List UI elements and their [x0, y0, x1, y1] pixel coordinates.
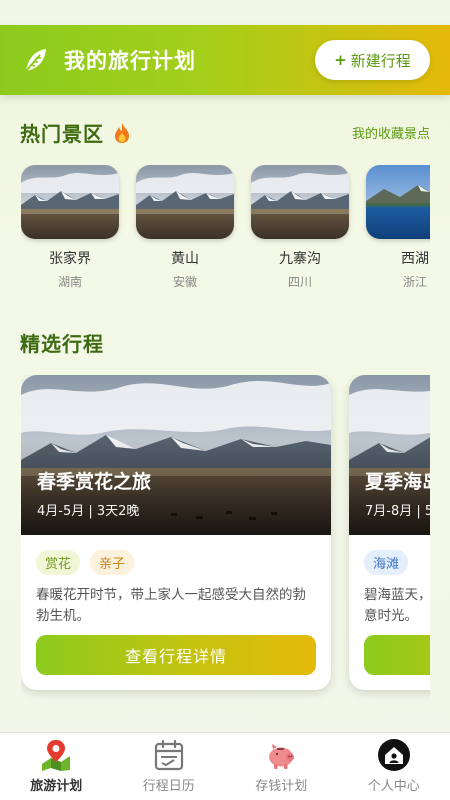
spot-card[interactable]: 黄山 安徽 [136, 165, 234, 290]
home-user-icon [377, 739, 410, 771]
my-favorites-link[interactable]: 我的收藏景点 [352, 123, 430, 142]
trip-description: 碧海蓝天， 意时光。 [364, 587, 430, 624]
featured-header: 精选行程 [20, 328, 430, 357]
tab-label: 行程日历 [142, 779, 195, 794]
spot-region: 湖南 [57, 275, 82, 289]
featured-trips-carousel[interactable]: 春季赏花之旅 4月-5月 | 3天2晚 赏花 亲子 春暖花开时节，带上家人一起感… [21, 375, 430, 705]
trip-overlay: 春季赏花之旅 4月-5月 | 3天2晚 [37, 467, 151, 519]
spot-name: 西湖 [401, 251, 429, 267]
trip-meta: 4月-5月 | 3天2晚 [37, 504, 140, 519]
hot-spots-carousel[interactable]: 张家界 湖南 黄山 安徽 九寨沟 四川 西湖 浙江 [21, 165, 430, 295]
bottom-tab-bar: 旅游计划 行程日历 存钱计划 个人中心 [0, 732, 450, 800]
featured-title: 精选行程 [20, 332, 104, 356]
tab-label: 旅游计划 [30, 779, 83, 794]
hot-spots-header: 热门景区 我的收藏景点 [20, 118, 430, 147]
calendar-icon [154, 739, 183, 771]
trip-name: 夏季海岛 [365, 471, 430, 493]
trip-name: 春季赏花之旅 [37, 471, 152, 493]
new-trip-button[interactable]: + 新建行程 [315, 40, 430, 80]
trip-tag: 海滩 [364, 550, 409, 575]
spot-name: 张家界 [49, 251, 91, 267]
spot-image [136, 165, 234, 239]
piggy-bank-icon [269, 744, 295, 769]
spot-card[interactable]: 西湖 浙江 [366, 165, 430, 290]
trip-overlay: 夏季海岛 7月-8月 | 5 [365, 467, 430, 519]
spot-image [21, 165, 119, 239]
spot-image [366, 165, 430, 239]
tab-travel-plan[interactable]: 旅游计划 [0, 733, 113, 800]
tab-label: 存钱计划 [255, 779, 308, 794]
spot-name: 九寨沟 [279, 251, 321, 267]
app-title: 我的旅行计划 [64, 49, 196, 73]
map-pin-icon [42, 740, 71, 771]
view-trip-details-button[interactable]: 查看行程详情 [36, 635, 316, 675]
hot-spots-title: 热门景区 [20, 122, 104, 146]
new-trip-label: 新建行程 [350, 51, 411, 70]
view-trip-details-button[interactable] [364, 635, 430, 675]
spot-card[interactable]: 九寨沟 四川 [251, 165, 349, 290]
trip-tag: 赏花 [36, 550, 81, 575]
trip-card[interactable]: 春季赏花之旅 4月-5月 | 3天2晚 赏花 亲子 春暖花开时节，带上家人一起感… [21, 375, 331, 690]
spot-region: 浙江 [402, 275, 427, 289]
tab-saving-plan[interactable]: 存钱计划 [225, 733, 338, 800]
tab-label: 个人中心 [367, 779, 420, 794]
spot-region: 安徽 [172, 275, 197, 289]
trip-tags: 赏花 亲子 [21, 535, 331, 575]
trip-card[interactable]: 夏季海岛 7月-8月 | 5 海滩 碧海蓝天， 意时光。 [349, 375, 430, 690]
spot-card[interactable]: 张家界 湖南 [21, 165, 119, 290]
spot-image [251, 165, 349, 239]
tab-profile[interactable]: 个人中心 [338, 733, 450, 800]
leaf-icon [25, 49, 46, 72]
spot-name: 黄山 [171, 251, 199, 267]
trip-tag: 亲子 [90, 550, 135, 575]
spot-region: 四川 [287, 275, 312, 289]
trip-meta: 7月-8月 | 5 [365, 504, 430, 519]
trip-tags: 海滩 [349, 535, 430, 575]
trip-image: 夏季海岛 7月-8月 | 5 [349, 375, 430, 535]
fire-icon [115, 122, 129, 143]
trip-description: 春暖花开时节，带上家人一起感受大自然的勃勃生机。 [36, 587, 306, 624]
status-bar-area [0, 0, 450, 25]
app-header: 我的旅行计划 + 新建行程 [0, 25, 450, 95]
plus-icon: + [334, 51, 347, 69]
tab-trip-calendar[interactable]: 行程日历 [113, 733, 226, 800]
trip-image: 春季赏花之旅 4月-5月 | 3天2晚 [21, 375, 331, 535]
